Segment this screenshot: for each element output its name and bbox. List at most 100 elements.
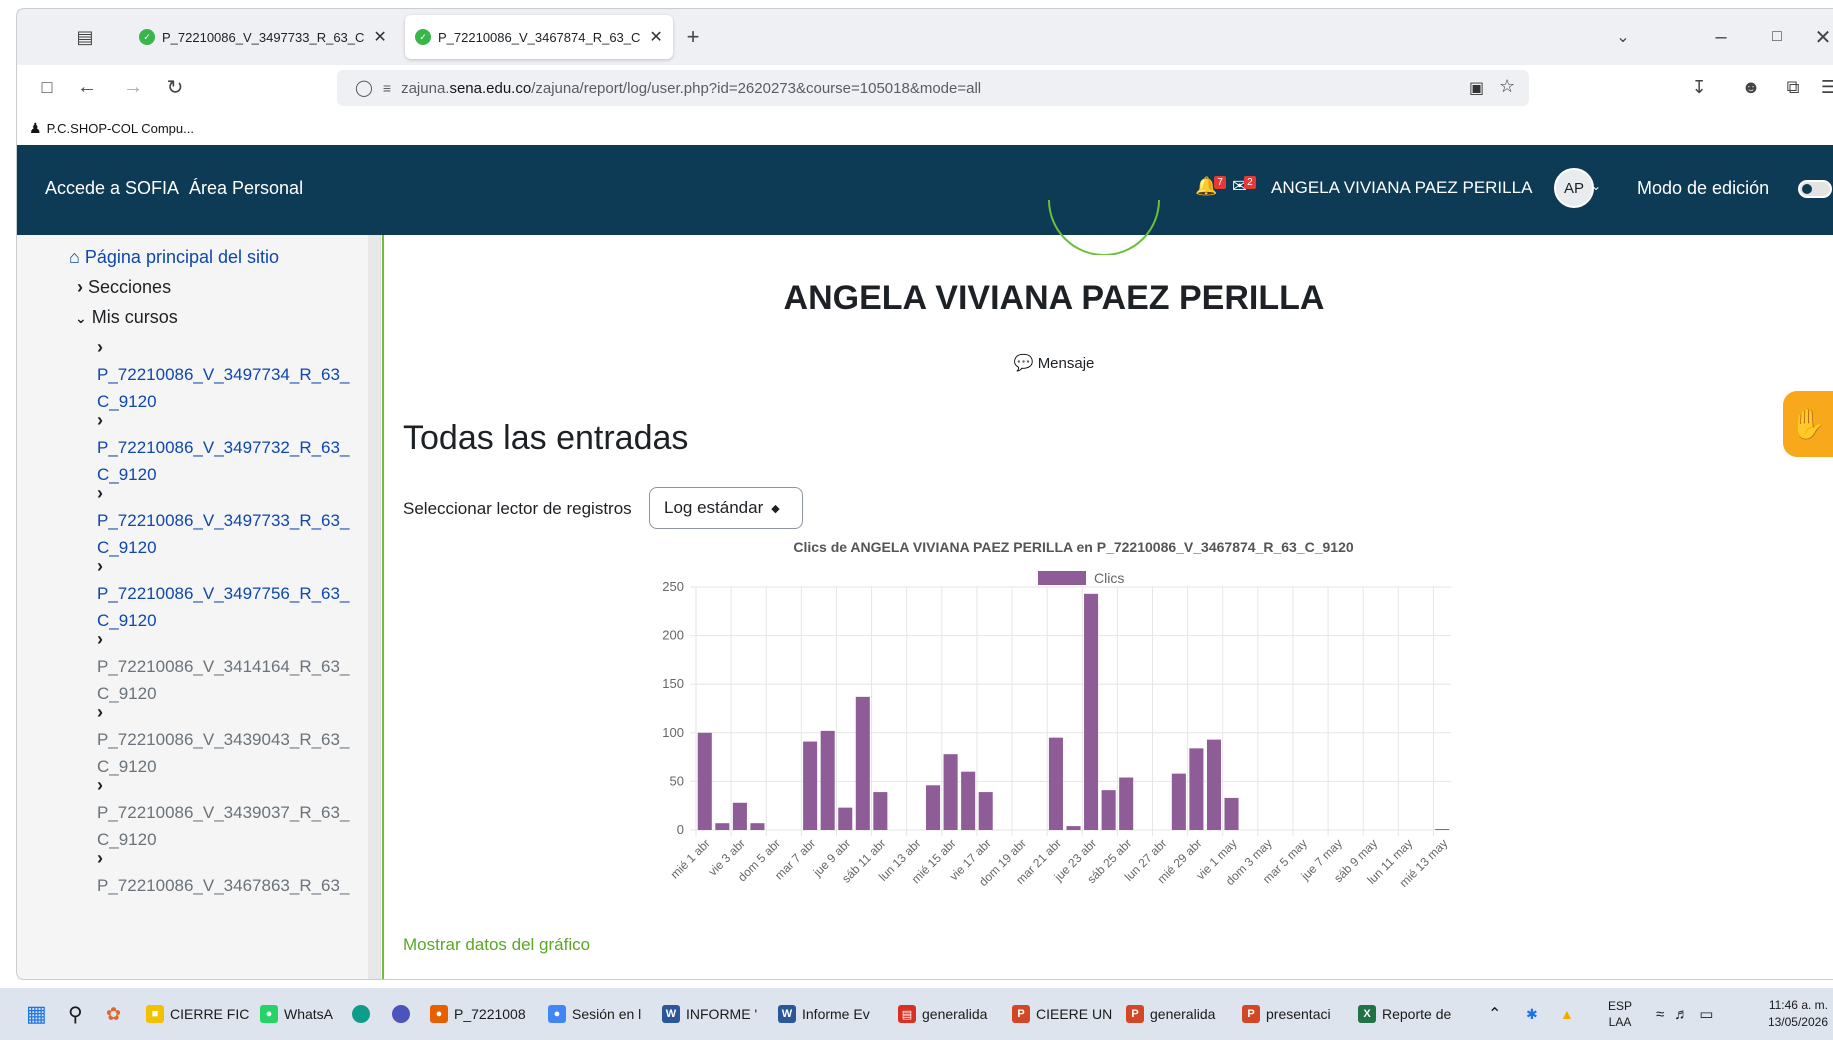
back-icon[interactable]: ← — [75, 75, 99, 99]
course-name-line2: C_9120 — [97, 684, 157, 703]
chevron-down-icon[interactable]: ⌄ — [1591, 179, 1601, 193]
taskbar-app[interactable]: Ppresentaci — [1242, 988, 1331, 1040]
y-tick-label: 50 — [670, 773, 684, 788]
bookmark-item[interactable]: ♟ P.C.SHOP-COL Compu... — [29, 120, 194, 137]
chevron-right-icon[interactable]: › — [97, 629, 103, 650]
sidebar-course-link[interactable]: P_72210086_V_3497756_R_63_ C_9120 — [97, 580, 357, 634]
sidebar-course-link[interactable]: P_72210086_V_3439043_R_63_ C_9120 — [97, 726, 357, 780]
language-indicator[interactable]: ESP LAA — [1608, 988, 1632, 1040]
edit-mode-toggle[interactable] — [1798, 180, 1832, 198]
pcshop-favicon-icon: ♟ — [29, 119, 42, 136]
download-icon[interactable]: ↧ — [1687, 75, 1711, 99]
chat-bubble-icon: 💬 — [1013, 355, 1034, 372]
chevron-right-icon[interactable]: › — [97, 410, 103, 431]
sidebar-toggle-icon[interactable]: □ — [35, 75, 59, 99]
search-button[interactable]: ⚲ — [68, 988, 83, 1040]
taskbar-app[interactable]: ● WhatsA — [260, 988, 333, 1040]
sidebar-item-label: Secciones — [88, 277, 172, 297]
forward-icon[interactable]: → — [121, 75, 145, 99]
edge-icon[interactable] — [352, 988, 370, 1040]
app-label: generalida — [1150, 1006, 1216, 1022]
close-window-icon[interactable]: ✕ — [1813, 25, 1833, 49]
chevron-right-icon[interactable]: › — [97, 775, 103, 796]
maximize-icon[interactable]: □ — [1765, 25, 1789, 49]
taskbar-app[interactable]: ● Sesión en l — [548, 988, 641, 1040]
app-icon: ■ — [146, 1005, 164, 1023]
url-bar[interactable]: ◯ ≡ zajuna.sena.edu.co/zajuna/report/log… — [337, 70, 1529, 106]
taskbar-app[interactable]: ● P_7221008 — [430, 988, 526, 1040]
sidebar-course-link[interactable]: P_72210086_V_3414164_R_63_ C_9120 — [97, 653, 357, 707]
teams-icon[interactable] — [392, 988, 410, 1040]
notifications-bell-icon[interactable]: 🔔7 — [1195, 176, 1226, 197]
nav-link-area-personal[interactable]: Área Personal — [189, 178, 303, 199]
copilot-icon: ✿ — [106, 1003, 122, 1024]
new-tab-icon[interactable]: + — [681, 24, 705, 49]
sidebar-item-home[interactable]: ⌂ Página principal del sitio — [69, 247, 279, 268]
app-label: CIEERE UN — [1036, 1006, 1113, 1022]
chevron-right-icon[interactable]: › — [97, 702, 103, 723]
course-name-line1: P_72210086_V_3497734_R_63_ — [97, 365, 350, 384]
bar-mié-22-abr — [1066, 826, 1081, 830]
sidebar-course-link[interactable]: P_72210086_V_3497733_R_63_ C_9120 — [97, 507, 357, 561]
tray-chevron-up-icon[interactable]: ⌃ — [1488, 988, 1501, 1040]
bar-mar-21-abr — [1048, 737, 1063, 830]
reload-icon[interactable]: ↻ — [163, 75, 187, 99]
chevron-right-icon[interactable]: › — [97, 337, 103, 358]
sidebar-course-link[interactable]: P_72210086_V_3497734_R_63_ C_9120 — [97, 361, 357, 415]
taskbar-app[interactable]: Pgeneralida — [1126, 988, 1215, 1040]
taskbar-app[interactable]: P CIEERE UN — [1012, 988, 1112, 1040]
sidebar-item-mis-cursos[interactable]: ⌄ Mis cursos — [75, 307, 178, 328]
menu-icon[interactable]: ☰ — [1819, 75, 1833, 99]
browser-tab-2[interactable]: ✓ P_72210086_V_3467874_R_63_C ✕ — [405, 15, 673, 59]
quick-settings[interactable]: ≈ ♬ ▭ — [1656, 988, 1713, 1040]
search-icon: ⚲ — [68, 1003, 83, 1026]
app-label: Informe Ev — [802, 1006, 870, 1022]
reader-view-icon[interactable]: ▣ — [1469, 78, 1484, 98]
taskbar-app[interactable]: ■ CIERRE FIC — [146, 988, 249, 1040]
clock[interactable]: 11:46 a. m. 13/05/2026 — [1742, 988, 1828, 1040]
log-reader-select[interactable]: Log estándar ◆ — [649, 487, 803, 529]
taskbar-app[interactable]: W Informe Ev — [778, 988, 870, 1040]
tab-title: P_72210086_V_3467874_R_63_C — [438, 29, 641, 45]
copilot-button[interactable]: ✿ — [106, 988, 121, 1040]
extensions-icon[interactable]: ⧉ — [1781, 75, 1805, 99]
chevron-right-icon[interactable]: › — [97, 483, 103, 504]
chevron-down-icon[interactable]: ⌄ — [1611, 25, 1635, 49]
shield-icon[interactable]: ◯ — [355, 78, 373, 98]
messages-icon[interactable]: ✉2 — [1232, 176, 1256, 197]
chevron-right-icon[interactable]: › — [97, 848, 103, 869]
section-title: Todas las entradas — [403, 419, 689, 457]
sidebar-scrollbar[interactable] — [368, 235, 380, 980]
message-button[interactable]: 💬 Mensaje — [384, 353, 1724, 373]
tray-app-icon[interactable]: ▲ — [1560, 988, 1574, 1040]
bar-mar-14-abr — [926, 785, 941, 830]
sidebar-course-link[interactable]: P_72210086_V_3439037_R_63_ C_9120 — [97, 799, 357, 853]
course-name-line1: P_72210086_V_3439037_R_63_ — [97, 803, 350, 822]
taskbar-app[interactable]: X Reporte de — [1358, 988, 1451, 1040]
bluetooth-icon[interactable]: ✱ — [1526, 988, 1538, 1040]
avatar[interactable]: AP — [1554, 168, 1594, 208]
start-button[interactable]: ▦ — [26, 988, 47, 1040]
sidebar-item-secciones[interactable]: › Secciones — [77, 277, 171, 298]
app-icon: W — [662, 1005, 680, 1023]
chevron-right-icon[interactable]: › — [97, 556, 103, 577]
user-menu-name[interactable]: ANGELA VIVIANA PAEZ PERILLA — [1271, 178, 1532, 198]
close-tab-icon[interactable]: ✕ — [373, 27, 386, 47]
taskbar-app[interactable]: ▤ generalida — [898, 988, 987, 1040]
show-chart-data-link[interactable]: Mostrar datos del gráfico — [403, 935, 590, 955]
account-icon[interactable]: ☻ — [1739, 75, 1763, 99]
close-tab-icon[interactable]: ✕ — [649, 27, 662, 47]
browser-tab-1[interactable]: ✓ P_72210086_V_3497733_R_63_C ✕ — [129, 15, 397, 59]
taskbar-app[interactable]: W INFORME ' — [662, 988, 757, 1040]
sidebar-course-link[interactable]: P_72210086_V_3497732_R_63_ C_9120 — [97, 434, 357, 488]
permissions-icon[interactable]: ≡ — [383, 80, 391, 96]
sidebar-item-label: Mis cursos — [91, 307, 178, 327]
minimize-icon[interactable]: – — [1709, 25, 1733, 49]
bookmark-star-icon[interactable]: ☆ — [1499, 76, 1515, 97]
course-name-line2: C_9120 — [97, 757, 157, 776]
tab-list-icon[interactable]: ▤ — [73, 25, 97, 49]
nav-link-sofia[interactable]: Accede a SOFIA — [45, 178, 179, 199]
help-handshake-button[interactable]: ✋ — [1783, 391, 1833, 457]
sidebar-course-link[interactable]: P_72210086_V_3467863_R_63_ — [97, 872, 357, 899]
sena-favicon-icon: ✓ — [415, 29, 431, 45]
